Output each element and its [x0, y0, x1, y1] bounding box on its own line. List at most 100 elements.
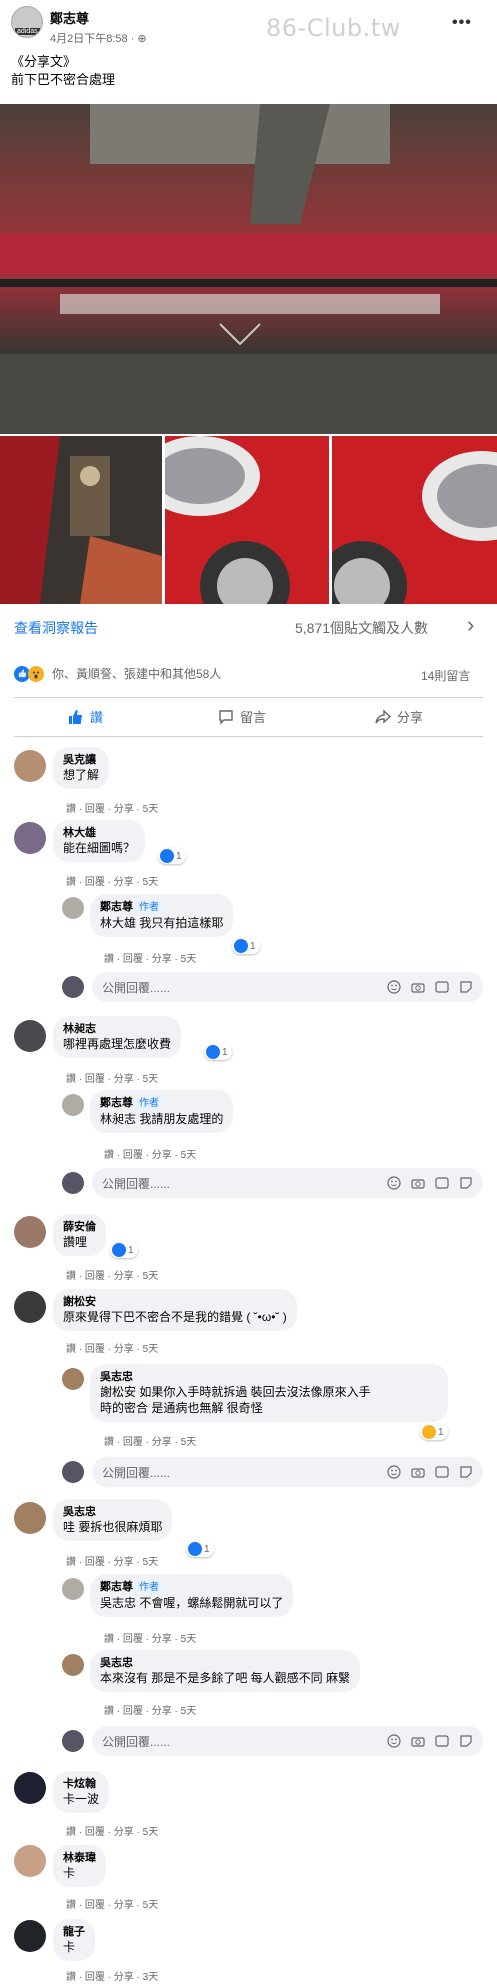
reply-input[interactable]: 公開回覆......: [92, 1726, 483, 1756]
camera-icon[interactable]: [411, 1176, 425, 1190]
comment-text-line-1: 謝松安 如果你入手時就拆過 裝回去沒法像原來入手: [100, 1385, 371, 1399]
camera-icon[interactable]: [411, 1734, 425, 1748]
like-reaction-icon: [234, 939, 248, 953]
commenter-avatar[interactable]: [14, 822, 46, 854]
share-button[interactable]: 分享: [375, 707, 423, 726]
gif-icon[interactable]: [435, 980, 449, 994]
sticker-icon[interactable]: [459, 1176, 473, 1190]
comment-actions[interactable]: 讚 · 回覆 · 分享 · 5天: [66, 800, 158, 815]
comment-actions[interactable]: 讚 · 回覆 · 分享 · 5天: [104, 1433, 196, 1448]
commenter-name[interactable]: 吳志忠: [100, 1370, 438, 1384]
comment-reaction-badge[interactable]: 1: [204, 1044, 232, 1060]
emoji-icon[interactable]: [387, 1734, 401, 1748]
comment-text: 能在細圖嗎？: [63, 841, 136, 855]
comment-actions[interactable]: 讚 · 回覆 · 分享 · 5天: [66, 1070, 158, 1085]
comment-actions[interactable]: 讚 · 回覆 · 分享 · 5天: [66, 1340, 158, 1355]
post-text-line-1: 《分享文》: [11, 54, 77, 69]
reactions-summary[interactable]: 你、黃順詧、張建中和其他58人: [52, 665, 221, 682]
comment-bubble: 吳克讓 想了解: [53, 747, 110, 789]
comment-text: 林昶志 我請朋友處理的: [100, 1112, 224, 1126]
post-photo-4[interactable]: [332, 436, 497, 604]
reply-placeholder: 公開回覆......: [102, 1176, 171, 1191]
post-photo-2[interactable]: [0, 436, 162, 604]
commenter-name[interactable]: 吳克讓: [63, 753, 99, 767]
thumbs-up-icon: [69, 709, 82, 724]
sticker-icon[interactable]: [459, 1465, 473, 1479]
comment-reaction-badge[interactable]: 1: [158, 848, 186, 864]
commenter-name[interactable]: 吳志忠: [63, 1505, 162, 1519]
reply-author-avatar[interactable]: [62, 1654, 84, 1676]
gif-icon[interactable]: [435, 1176, 449, 1190]
comment-actions[interactable]: 讚 · 回覆 · 分享 · 5天: [104, 950, 196, 965]
reply-placeholder: 公開回覆......: [102, 1734, 171, 1749]
view-insights-link[interactable]: 查看洞察報告: [14, 618, 98, 638]
emoji-icon[interactable]: [387, 1465, 401, 1479]
reply-placeholder: 公開回覆......: [102, 1465, 171, 1480]
reply-input[interactable]: 公開回覆......: [92, 1168, 483, 1198]
commenter-name[interactable]: 謝松安: [63, 1295, 287, 1309]
commenter-avatar[interactable]: [14, 1020, 46, 1052]
commenter-avatar[interactable]: [14, 750, 46, 782]
comment-actions[interactable]: 讚 · 回覆 · 分享 · 5天: [66, 873, 158, 888]
commenter-name[interactable]: 林昶志: [63, 1022, 171, 1036]
commenter-name[interactable]: 林泰瑋: [63, 1851, 96, 1865]
gif-icon[interactable]: [435, 1465, 449, 1479]
chevron-right-icon[interactable]: ›: [467, 612, 474, 638]
reply-author-avatar[interactable]: [62, 897, 84, 919]
comment-reaction-badge[interactable]: 1: [420, 1424, 448, 1440]
camera-icon[interactable]: [411, 980, 425, 994]
commenter-avatar[interactable]: [14, 1291, 46, 1323]
watermark: 86-Club.tw: [266, 14, 401, 42]
gif-icon[interactable]: [435, 1734, 449, 1748]
commenter-avatar[interactable]: [14, 1216, 46, 1248]
post-date[interactable]: 4月2日下午8:58 ·: [50, 33, 137, 45]
commenter-name[interactable]: 鄭志尊: [100, 901, 133, 913]
comment-actions[interactable]: 讚 · 回覆 · 分享 · 5天: [66, 1823, 158, 1838]
reply-input[interactable]: 公開回覆......: [92, 972, 483, 1002]
emoji-icon[interactable]: [387, 980, 401, 994]
post-photo-3[interactable]: [165, 436, 329, 604]
comment-reaction-badge[interactable]: 1: [110, 1242, 138, 1258]
comment-reaction-badge[interactable]: 1: [186, 1541, 214, 1557]
commenter-name[interactable]: 卡炫翰: [63, 1777, 99, 1791]
more-options-icon[interactable]: •••: [452, 14, 472, 32]
comment-actions[interactable]: 讚 · 回覆 · 分享 · 5天: [66, 1896, 158, 1911]
post-reach-count[interactable]: 5,871個貼文觸及人數: [295, 618, 428, 638]
comment-actions[interactable]: 讚 · 回覆 · 分享 · 3天: [66, 1968, 158, 1983]
commenter-avatar[interactable]: [14, 1920, 46, 1952]
commenter-avatar[interactable]: [14, 1845, 46, 1877]
commenter-name[interactable]: 鄭志尊: [100, 1581, 133, 1593]
commenter-name[interactable]: 林大雄: [63, 826, 135, 840]
comment-actions[interactable]: 讚 · 回覆 · 分享 · 5天: [66, 1267, 158, 1282]
sticker-icon[interactable]: [459, 980, 473, 994]
camera-icon[interactable]: [411, 1465, 425, 1479]
commenter-name[interactable]: 薛安倫: [63, 1220, 96, 1234]
commenter-avatar[interactable]: [14, 1772, 46, 1804]
wow-reaction-icon: [28, 665, 44, 682]
commenter-name[interactable]: 吳志忠: [100, 1656, 350, 1670]
comment-actions[interactable]: 讚 · 回覆 · 分享 · 5天: [104, 1630, 196, 1645]
post-photo-main[interactable]: [0, 104, 497, 434]
comment-actions[interactable]: 讚 · 回覆 · 分享 · 5天: [104, 1146, 196, 1161]
reply-author-avatar[interactable]: [62, 1578, 84, 1600]
reply-input[interactable]: 公開回覆......: [92, 1457, 483, 1487]
post-author-name[interactable]: 鄭志尊: [50, 8, 147, 27]
sticker-icon[interactable]: [459, 1734, 473, 1748]
commenter-name[interactable]: 鄭志尊: [100, 1097, 133, 1109]
reply-author-avatar[interactable]: [62, 1368, 84, 1390]
author-avatar[interactable]: adidas: [11, 6, 43, 38]
comment-text: 原來覺得下巴不密合不是我的錯覺 ( ˘•ω•˘ ): [63, 1310, 287, 1324]
comment-actions[interactable]: 讚 · 回覆 · 分享 · 5天: [104, 1702, 196, 1717]
comment-reaction-badge[interactable]: 1: [232, 938, 260, 954]
commenter-name[interactable]: 龍子: [63, 1925, 85, 1939]
comment-text: 哇 要拆也很麻煩耶: [63, 1520, 163, 1534]
comment-button[interactable]: 留言: [218, 707, 266, 726]
comment-bubble: 吳志忠 哇 要拆也很麻煩耶: [53, 1499, 173, 1541]
emoji-icon[interactable]: [387, 1176, 401, 1190]
reply-author-avatar[interactable]: [62, 1094, 84, 1116]
commenter-avatar[interactable]: [14, 1502, 46, 1534]
comment-actions[interactable]: 讚 · 回覆 · 分享 · 5天: [66, 1553, 158, 1568]
comment-text: 想了解: [63, 768, 100, 782]
like-button[interactable]: 讚: [68, 707, 103, 726]
comment-count[interactable]: 14則留言: [421, 667, 470, 684]
